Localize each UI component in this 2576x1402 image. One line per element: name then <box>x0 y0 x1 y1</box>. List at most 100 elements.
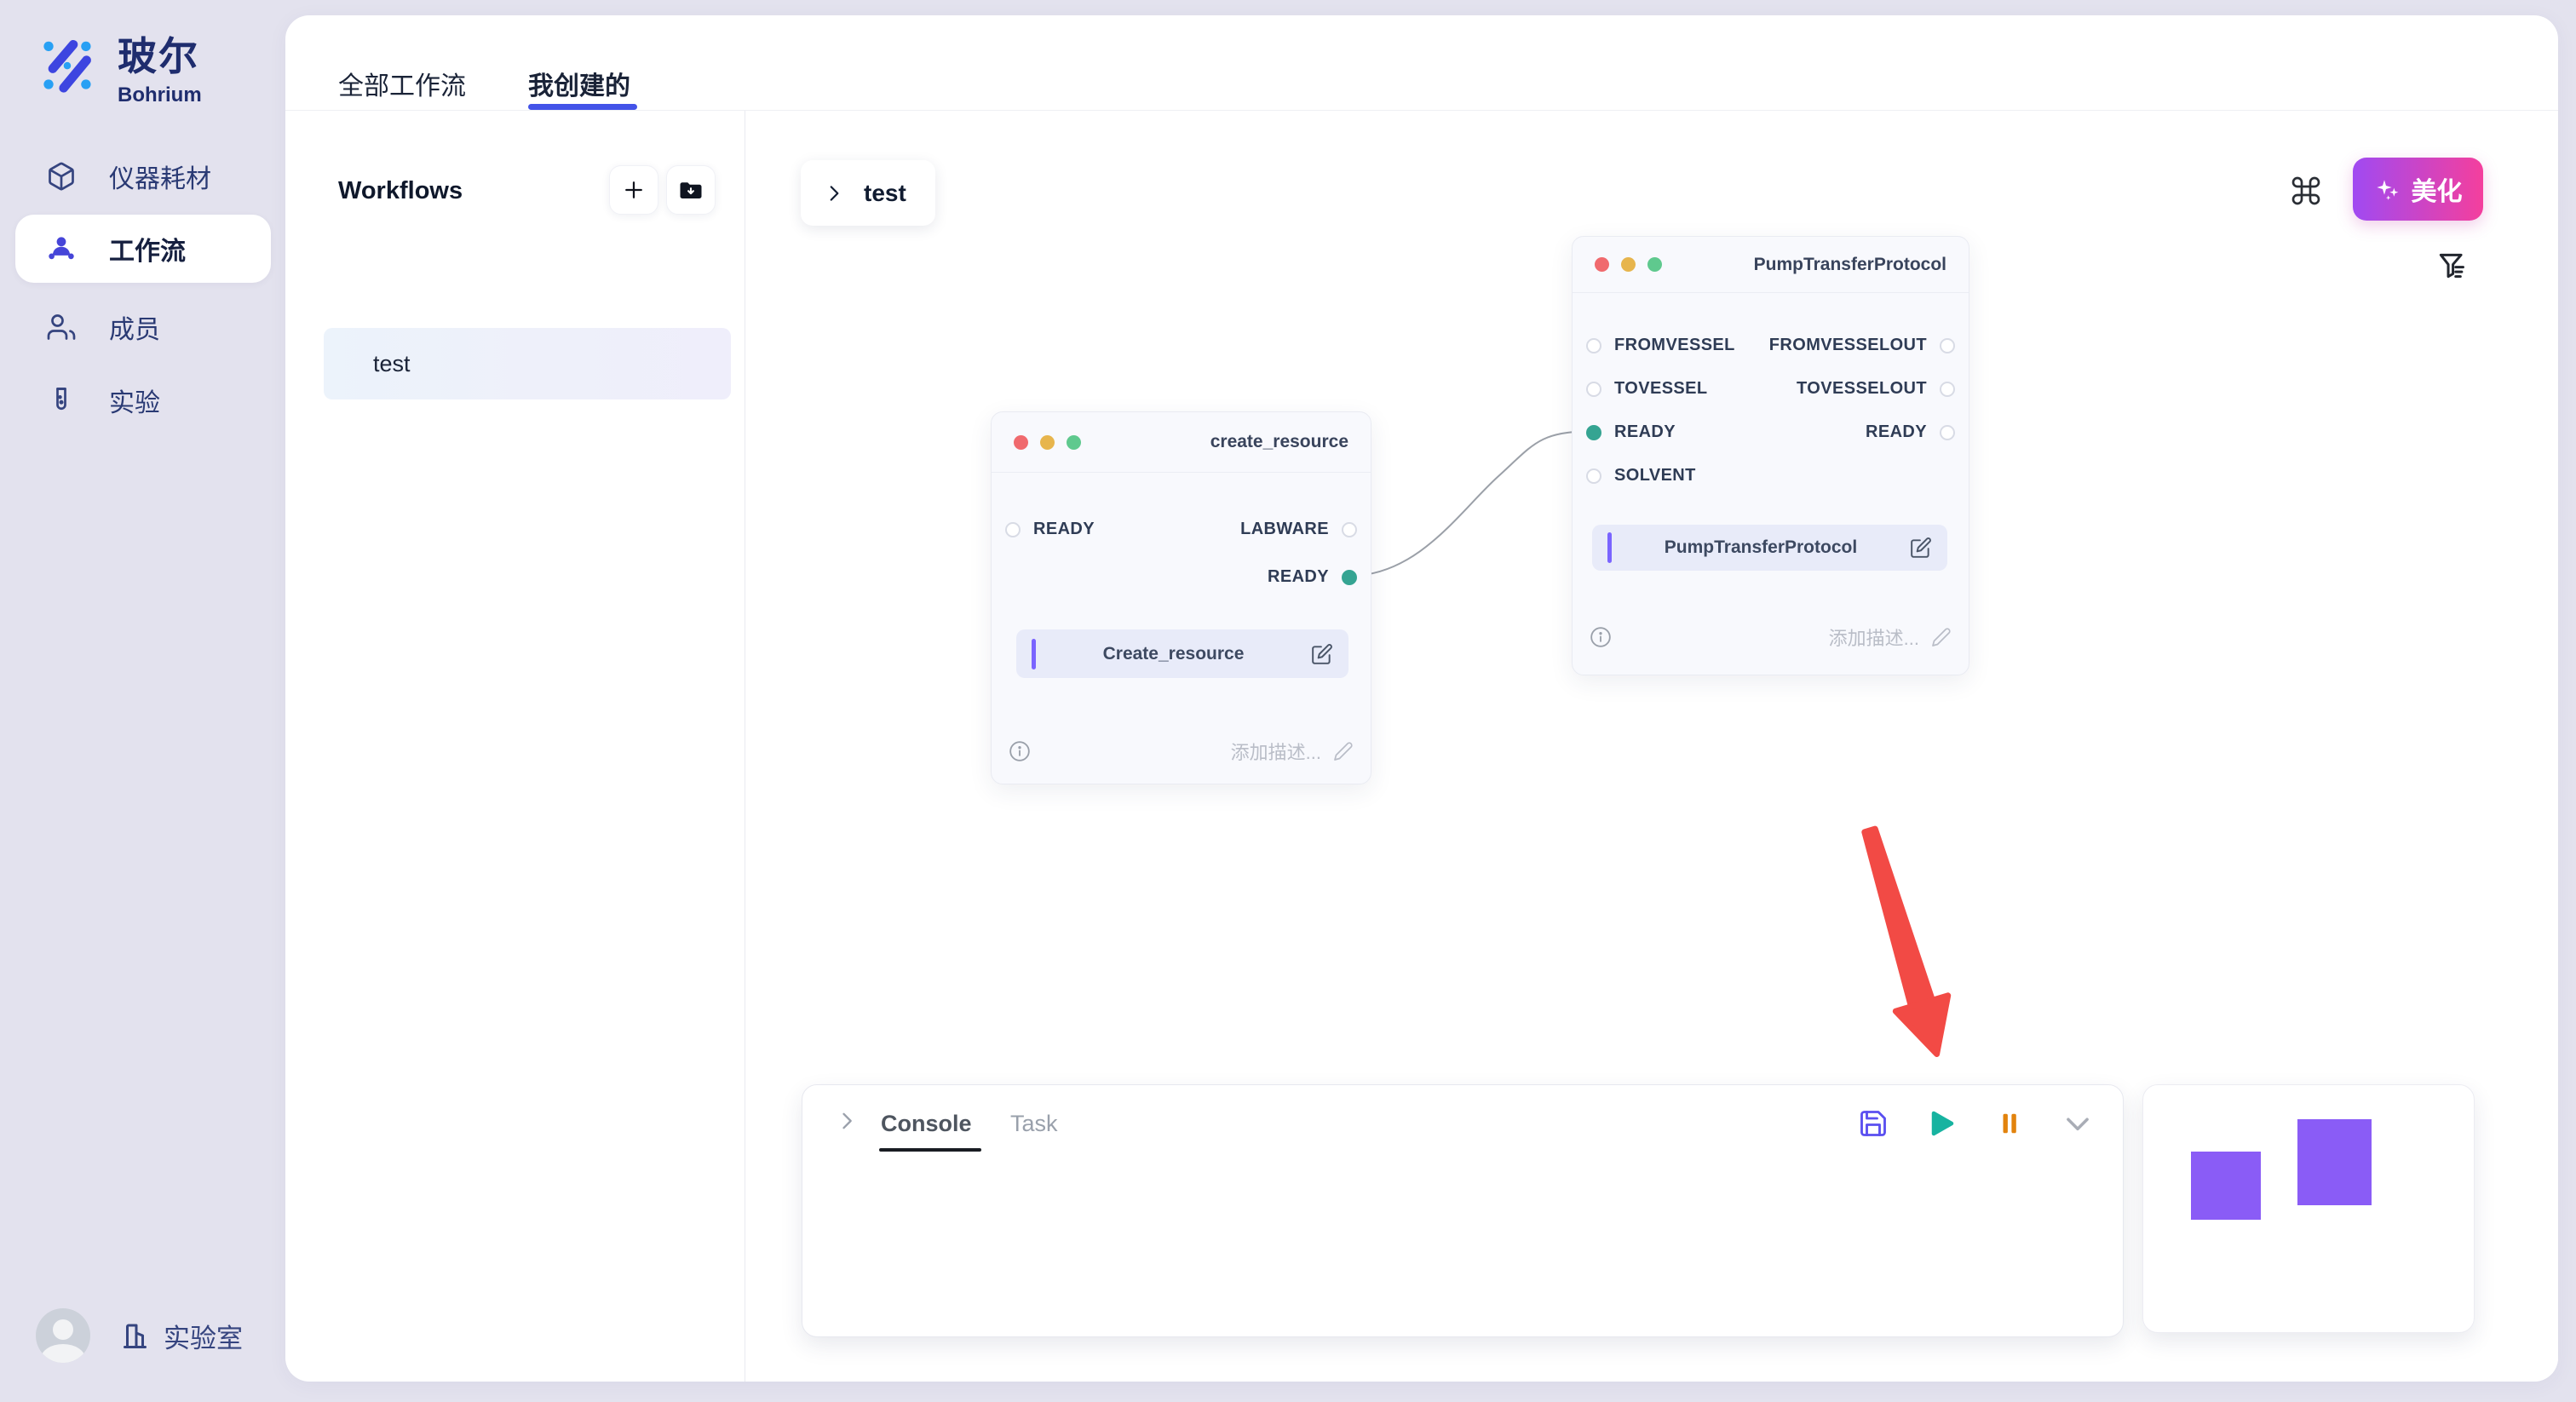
sidebar-item-experiments[interactable]: 实验 <box>15 366 271 434</box>
pencil-icon[interactable] <box>1931 627 1952 647</box>
collapse-console-button[interactable] <box>2061 1107 2094 1140</box>
beautify-label: 美化 <box>2412 170 2463 208</box>
pause-button[interactable] <box>1993 1107 2026 1140</box>
user-avatar[interactable] <box>36 1308 90 1363</box>
play-icon <box>1926 1108 1957 1139</box>
lab-label: 实验室 <box>164 1317 243 1355</box>
app-logo: 玻尔 Bohrium <box>24 20 202 107</box>
description-placeholder[interactable]: 添加描述... <box>1231 738 1321 765</box>
port-handle[interactable] <box>1940 382 1955 397</box>
description-placeholder[interactable]: 添加描述... <box>1829 623 1919 651</box>
port-label: TOVESSELOUT <box>1797 379 1927 399</box>
package-icon <box>44 159 78 193</box>
node-header: create_resource <box>992 412 1371 473</box>
workflow-people-icon <box>44 232 78 266</box>
node-create-resource[interactable]: create_resource READY LABWARE READY Crea… <box>991 411 1371 784</box>
workflows-panel-title: Workflows <box>338 177 463 205</box>
workflow-item-label: test <box>373 351 411 377</box>
console-panel: Console Task <box>802 1084 2124 1337</box>
node-title: create_resource <box>1210 432 1348 452</box>
edit-icon[interactable] <box>1311 643 1333 665</box>
filter-button[interactable] <box>2431 245 2472 286</box>
active-tab-underline <box>528 104 637 110</box>
pencil-icon[interactable] <box>1333 741 1354 761</box>
traffic-green-dot[interactable] <box>1647 257 1662 272</box>
port-label: READY <box>1866 422 1927 442</box>
info-icon[interactable] <box>1590 626 1612 648</box>
port-handle[interactable] <box>1342 570 1357 585</box>
port-handle[interactable] <box>1586 468 1601 484</box>
node-action-pill[interactable]: Create_resource <box>1016 629 1348 678</box>
lab-switcher[interactable]: 实验室 <box>121 1317 243 1355</box>
tab-all-workflows[interactable]: 全部工作流 <box>338 65 466 102</box>
traffic-amber-dot[interactable] <box>1621 257 1636 272</box>
port-handle[interactable] <box>1940 425 1955 440</box>
traffic-amber-dot[interactable] <box>1040 435 1055 450</box>
plus-icon <box>621 177 647 203</box>
port-handle[interactable] <box>1940 338 1955 353</box>
sidebar: 玻尔 Bohrium 仪器耗材 <box>0 0 285 1402</box>
port-output-labware[interactable]: LABWARE <box>1240 520 1357 539</box>
import-workflow-button[interactable] <box>666 165 716 215</box>
tab-task[interactable]: Task <box>1010 1111 1058 1137</box>
port-label: LABWARE <box>1240 520 1329 539</box>
run-button[interactable] <box>1925 1107 1958 1140</box>
sidebar-item-label: 实验 <box>109 382 160 419</box>
app-title: 玻尔 <box>118 26 202 82</box>
port-output-fromvesselout[interactable]: FROMVESSELOUT <box>1769 336 1955 355</box>
port-input-solvent[interactable]: SOLVENT <box>1586 466 1696 486</box>
port-handle[interactable] <box>1586 425 1601 440</box>
breadcrumb-label: test <box>864 180 906 207</box>
port-output-ready[interactable]: READY <box>1866 422 1955 442</box>
console-tab-underline <box>879 1148 981 1152</box>
port-handle[interactable] <box>1586 338 1601 353</box>
tab-my-created[interactable]: 我创建的 <box>528 65 630 102</box>
traffic-red-dot[interactable] <box>1595 257 1609 272</box>
breadcrumb[interactable]: test <box>801 160 935 226</box>
port-label: READY <box>1614 422 1676 442</box>
port-input-tovessel[interactable]: TOVESSEL <box>1586 379 1708 399</box>
sidebar-item-members[interactable]: 成员 <box>15 293 271 361</box>
port-label: READY <box>1268 567 1329 587</box>
sparkles-icon <box>2374 175 2401 203</box>
info-icon[interactable] <box>1009 740 1031 762</box>
experiment-tube-icon <box>44 383 78 417</box>
beautify-button[interactable]: 美化 <box>2353 158 2483 221</box>
edit-icon[interactable] <box>1910 537 1932 559</box>
traffic-red-dot[interactable] <box>1014 435 1028 450</box>
port-input-ready[interactable]: READY <box>1005 520 1095 539</box>
port-label: FROMVESSEL <box>1614 336 1735 355</box>
traffic-green-dot[interactable] <box>1067 435 1081 450</box>
port-output-tovesselout[interactable]: TOVESSELOUT <box>1797 379 1955 399</box>
add-workflow-button[interactable] <box>609 165 658 215</box>
save-icon <box>1858 1108 1889 1139</box>
chevron-right-icon[interactable] <box>835 1109 859 1133</box>
port-label: TOVESSEL <box>1614 379 1708 399</box>
port-output-ready[interactable]: READY <box>1268 567 1357 587</box>
port-input-ready[interactable]: READY <box>1586 422 1676 442</box>
red-arrow-annotation <box>1865 829 1948 1054</box>
port-handle[interactable] <box>1586 382 1601 397</box>
minimap-node-create-resource <box>2191 1152 2261 1220</box>
node-footer: 添加描述... <box>1009 738 1354 765</box>
command-palette-button[interactable] <box>2284 169 2328 213</box>
sidebar-item-instruments[interactable]: 仪器耗材 <box>15 142 271 210</box>
workflow-list-item-test[interactable]: test <box>324 328 731 399</box>
workflows-panel: Workflows test <box>285 111 745 1382</box>
filter-icon <box>2435 250 2468 282</box>
save-button[interactable] <box>1857 1107 1889 1140</box>
node-pump-transfer-protocol[interactable]: PumpTransferProtocol FROMVESSEL TOVESSEL… <box>1572 236 1969 675</box>
port-label: SOLVENT <box>1614 466 1696 486</box>
port-handle[interactable] <box>1005 522 1021 537</box>
sidebar-item-workflow[interactable]: 工作流 <box>15 215 271 283</box>
port-input-fromvessel[interactable]: FROMVESSEL <box>1586 336 1735 355</box>
port-handle[interactable] <box>1342 522 1357 537</box>
node-action-pill[interactable]: PumpTransferProtocol <box>1592 525 1947 571</box>
node-action-label: PumpTransferProtocol <box>1612 537 1910 558</box>
minimap[interactable] <box>2142 1084 2475 1333</box>
chevron-down-icon <box>2061 1107 2094 1140</box>
workflow-canvas[interactable]: test 美化 <box>746 111 2558 1382</box>
main-content-card: 全部工作流 我创建的 Workflows test <box>285 15 2558 1382</box>
sidebar-item-label: 成员 <box>109 308 160 346</box>
tab-console[interactable]: Console <box>881 1111 972 1137</box>
